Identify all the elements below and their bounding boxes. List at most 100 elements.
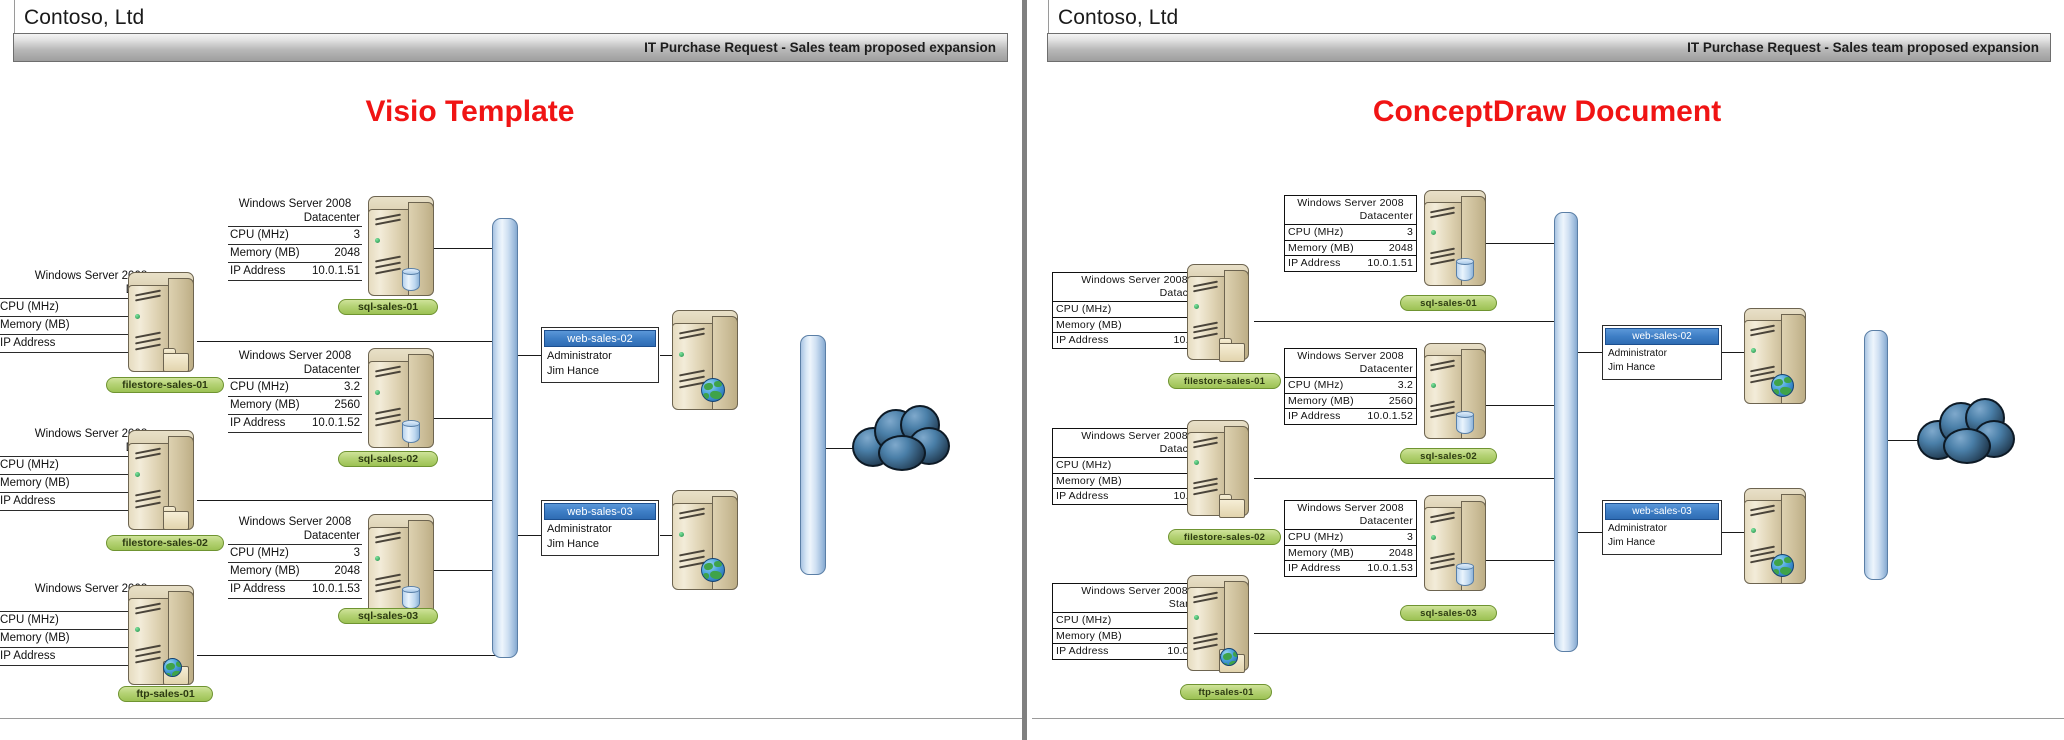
- page-rule: [14, 0, 15, 36]
- globe-badge-icon: [1771, 554, 1794, 577]
- panel-divider: [1022, 0, 1027, 740]
- panel-heading: Visio Template: [365, 95, 575, 128]
- property-row-ip: IP Address 10.0.1.53: [1284, 561, 1417, 577]
- admin-card: web-sales-03 Administrator Jim Hance: [541, 500, 659, 556]
- property-table: Windows Server 2008 Datacenter CPU (MHz)…: [1284, 348, 1417, 425]
- admin-card: web-sales-03 Administrator Jim Hance: [1602, 500, 1722, 555]
- document-banner: IT Purchase Request - Sales team propose…: [13, 33, 1008, 62]
- os-header: Windows Server 2008 Datacenter: [228, 350, 362, 379]
- os-header: Windows Server 2008 Datacenter: [1284, 500, 1417, 530]
- server-tower-icon: [368, 348, 434, 448]
- server-name-tag: sql-sales-03: [1400, 605, 1497, 621]
- admin-card-header: web-sales-03: [1605, 503, 1719, 520]
- os-line-2: Datacenter: [1359, 514, 1413, 527]
- admin-card-header: web-sales-02: [544, 330, 656, 347]
- property-row-memory: Memory (MB) 2048: [228, 245, 362, 263]
- folder-badge-icon: [1219, 494, 1245, 518]
- internet-cloud-icon: [1917, 398, 2017, 478]
- diagram-comparison-canvas: Contoso, Ltd IT Purchase Request - Sales…: [0, 0, 2064, 740]
- os-line-1: Windows Server 2008: [1297, 502, 1404, 514]
- admin-card: web-sales-02 Administrator Jim Hance: [541, 327, 659, 383]
- os-line-2: Datacenter: [303, 363, 360, 376]
- os-line-1: Windows Server 2008: [1297, 197, 1404, 209]
- server-tower-icon: [1424, 190, 1486, 286]
- server-name-tag: ftp-sales-01: [1180, 684, 1272, 700]
- banner-text: IT Purchase Request - Sales team propose…: [1687, 40, 2039, 55]
- admin-owner: Jim Hance: [1608, 537, 1656, 548]
- page-rule: [0, 718, 1022, 719]
- server-name: web-sales-03: [567, 505, 633, 518]
- admin-card-body: Administrator Jim Hance: [1603, 520, 1721, 553]
- property-row-memory: Memory (MB) 2560: [228, 397, 362, 415]
- server-name-tag: sql-sales-02: [338, 451, 438, 467]
- property-table: Windows Server 2008 Datacenter CPU (MHz)…: [228, 516, 362, 599]
- property-row-cpu: CPU (MHz) 3: [1284, 530, 1417, 546]
- server-name-tag: filestore-sales-01: [106, 377, 224, 393]
- wire: [1254, 321, 1559, 323]
- property-row-memory: Memory (MB) 2048: [1284, 545, 1417, 561]
- server-name-tag: filestore-sales-02: [1168, 529, 1281, 545]
- internet-cloud-icon: [852, 405, 952, 485]
- server-name-tag: sql-sales-01: [1400, 295, 1497, 311]
- database-badge-icon: [1456, 563, 1474, 589]
- wire: [1254, 633, 1559, 635]
- network-backbone: [492, 218, 518, 658]
- property-row-ip: IP Address 10.0.1.52: [228, 415, 362, 433]
- server-tower-icon: [1424, 343, 1486, 439]
- server-name-tag: sql-sales-02: [1400, 448, 1497, 464]
- network-backbone: [1864, 330, 1888, 580]
- admin-card: web-sales-02 Administrator Jim Hance: [1602, 325, 1722, 380]
- company-title: Contoso, Ltd: [24, 6, 145, 29]
- server-name-tag: sql-sales-03: [338, 608, 438, 624]
- admin-role: Administrator: [547, 350, 612, 362]
- property-row-cpu: CPU (MHz) 3: [1284, 225, 1417, 241]
- property-row-memory: Memory (MB) 2048: [228, 563, 362, 581]
- globe-badge-icon: [701, 378, 725, 402]
- os-line-1: Windows Server 2008: [238, 350, 352, 362]
- globe-badge-icon: [701, 558, 725, 582]
- property-table: Windows Server 2008 Datacenter CPU (MHz)…: [228, 198, 362, 281]
- server-name-tag: filestore-sales-01: [1168, 373, 1281, 389]
- server-tower-icon: [368, 196, 434, 296]
- os-line-1: Windows Server 2008: [1297, 350, 1404, 362]
- database-badge-icon: [1456, 258, 1474, 284]
- admin-role: Administrator: [547, 523, 612, 535]
- os-header: Windows Server 2008 Datacenter: [228, 516, 362, 545]
- os-line-2: Datacenter: [303, 211, 360, 224]
- property-row-memory: Memory (MB) 2048: [1284, 240, 1417, 256]
- admin-card-body: Administrator Jim Hance: [542, 347, 658, 382]
- server-tower-icon: [1424, 495, 1486, 591]
- network-backbone: [1554, 212, 1578, 652]
- admin-owner: Jim Hance: [547, 538, 599, 550]
- os-header: Windows Server 2008 Datacenter: [1284, 348, 1417, 378]
- property-row-memory: Memory (MB) 2560: [1284, 393, 1417, 409]
- os-line-1: Windows Server 2008: [238, 198, 352, 210]
- admin-card-header: web-sales-02: [1605, 328, 1719, 345]
- folder-badge-icon: [163, 348, 189, 372]
- page-rule: [1032, 718, 2064, 719]
- server-name: web-sales-02: [567, 332, 633, 345]
- network-backbone: [800, 335, 826, 575]
- server-name-tag: sql-sales-01: [338, 299, 438, 315]
- wire: [197, 341, 502, 343]
- property-row-cpu: CPU (MHz) 3.2: [228, 379, 362, 397]
- visio-panel: Contoso, Ltd IT Purchase Request - Sales…: [0, 0, 1022, 740]
- os-line-1: Windows Server 2008: [238, 516, 352, 528]
- server-name-tag: filestore-sales-02: [106, 535, 224, 551]
- property-row-ip: IP Address 10.0.1.51: [1284, 256, 1417, 272]
- folder-badge-icon: [1219, 338, 1245, 362]
- database-badge-icon: [402, 420, 420, 446]
- wire: [1254, 478, 1559, 480]
- panel-heading: ConceptDraw Document: [1372, 95, 1722, 128]
- os-line-2: Datacenter: [303, 529, 360, 542]
- property-table: Windows Server 2008 Datacenter CPU (MHz)…: [1284, 195, 1417, 272]
- wire: [197, 500, 502, 502]
- server-name: web-sales-02: [1632, 331, 1692, 342]
- admin-role: Administrator: [1608, 348, 1667, 359]
- company-title: Contoso, Ltd: [1058, 6, 1179, 29]
- os-line-2: Datacenter: [1359, 362, 1413, 375]
- document-banner: IT Purchase Request - Sales team propose…: [1047, 33, 2051, 62]
- property-row-cpu: CPU (MHz) 3.2: [1284, 378, 1417, 394]
- folder-badge-icon: [163, 506, 189, 530]
- globe-badge-icon: [1220, 648, 1238, 666]
